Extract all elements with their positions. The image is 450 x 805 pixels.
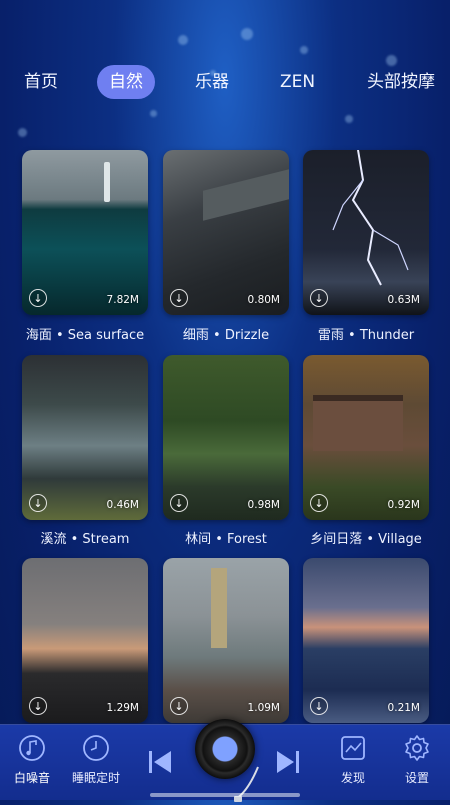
download-icon[interactable]: ↓ bbox=[170, 289, 188, 307]
sound-card-city-rain[interactable]: ↓ 1.09M bbox=[163, 558, 289, 723]
download-icon[interactable]: ↓ bbox=[29, 697, 47, 715]
cabin-figure bbox=[313, 395, 403, 451]
bokeh-light bbox=[178, 35, 188, 45]
sound-card-drizzle[interactable]: ↓ 0.80M bbox=[163, 150, 289, 315]
music-note-icon bbox=[0, 733, 67, 763]
tonearm-icon bbox=[234, 766, 259, 802]
sound-caption: 溪流 • Stream bbox=[40, 532, 130, 547]
nav-settings[interactable]: 设置 bbox=[382, 733, 450, 786]
sound-card-sunset-coast[interactable]: ↓ 1.29M bbox=[22, 558, 148, 723]
sound-card-forest[interactable]: ↓ 0.98M bbox=[163, 355, 289, 520]
download-icon[interactable]: ↓ bbox=[29, 289, 47, 307]
chart-trend-icon bbox=[318, 733, 388, 763]
previous-track-icon[interactable] bbox=[148, 749, 172, 779]
tab-home[interactable]: 首页 bbox=[12, 65, 70, 99]
file-size: 0.80M bbox=[247, 294, 280, 306]
nav-sleep-timer[interactable]: 睡眠定时 bbox=[61, 733, 131, 786]
nav-discover[interactable]: 发现 bbox=[318, 733, 388, 786]
sound-card-sea-surface[interactable]: ↓ 7.82M bbox=[22, 150, 148, 315]
file-size: 1.29M bbox=[106, 702, 139, 714]
tab-nature[interactable]: 自然 bbox=[97, 65, 155, 99]
nav-label: 发现 bbox=[340, 771, 365, 785]
roof-edge bbox=[203, 169, 289, 221]
download-icon[interactable]: ↓ bbox=[29, 494, 47, 512]
bokeh-light bbox=[345, 115, 353, 123]
bokeh-light bbox=[241, 28, 253, 40]
sound-caption: 雷雨 • Thunder bbox=[317, 328, 415, 343]
download-icon[interactable]: ↓ bbox=[170, 494, 188, 512]
clock-tower-figure bbox=[211, 568, 227, 648]
file-size: 7.82M bbox=[106, 294, 139, 306]
download-icon[interactable]: ↓ bbox=[170, 697, 188, 715]
bokeh-light bbox=[18, 128, 27, 137]
file-size: 0.21M bbox=[387, 702, 420, 714]
gear-icon bbox=[382, 733, 450, 763]
tab-zen[interactable]: ZEN bbox=[268, 65, 327, 99]
download-icon[interactable]: ↓ bbox=[310, 697, 328, 715]
download-icon[interactable]: ↓ bbox=[310, 289, 328, 307]
home-indicator bbox=[150, 793, 300, 797]
nav-label: 白噪音 bbox=[13, 771, 50, 785]
download-icon[interactable]: ↓ bbox=[310, 494, 328, 512]
file-size: 0.63M bbox=[387, 294, 420, 306]
file-size: 0.98M bbox=[247, 499, 280, 511]
sound-caption: 细雨 • Drizzle bbox=[182, 328, 270, 343]
sound-card-stream[interactable]: ↓ 0.46M bbox=[22, 355, 148, 520]
bokeh-light bbox=[300, 46, 308, 54]
nav-white-noise[interactable]: 白噪音 bbox=[0, 733, 67, 786]
sound-card-ocean-dusk[interactable]: ↓ 0.21M bbox=[303, 558, 429, 723]
nav-label: 睡眠定时 bbox=[71, 771, 120, 785]
tab-head-massage[interactable]: 头部按摩 bbox=[355, 65, 447, 99]
next-track-icon[interactable] bbox=[276, 749, 300, 779]
category-tab-bar: 首页 自然 乐器 ZEN 头部按摩 bbox=[0, 62, 450, 102]
bokeh-light bbox=[150, 110, 157, 117]
file-size: 0.46M bbox=[106, 499, 139, 511]
sound-caption: 海面 • Sea surface bbox=[25, 328, 145, 343]
nav-label: 设置 bbox=[404, 771, 429, 785]
file-size: 1.09M bbox=[247, 702, 280, 714]
lighthouse-figure bbox=[104, 162, 110, 202]
file-size: 0.92M bbox=[387, 499, 420, 511]
bottom-navigation-bar: 白噪音 睡眠定时 发现 设置 bbox=[0, 719, 450, 802]
sound-card-thunder[interactable]: ↓ 0.63M bbox=[303, 150, 429, 315]
tab-instruments[interactable]: 乐器 bbox=[183, 65, 241, 99]
sound-caption: 林间 • Forest bbox=[185, 532, 267, 547]
clock-icon bbox=[61, 733, 131, 763]
sound-card-village[interactable]: ↓ 0.92M bbox=[303, 355, 429, 520]
sound-caption: 乡间日落 • Village bbox=[310, 532, 422, 547]
